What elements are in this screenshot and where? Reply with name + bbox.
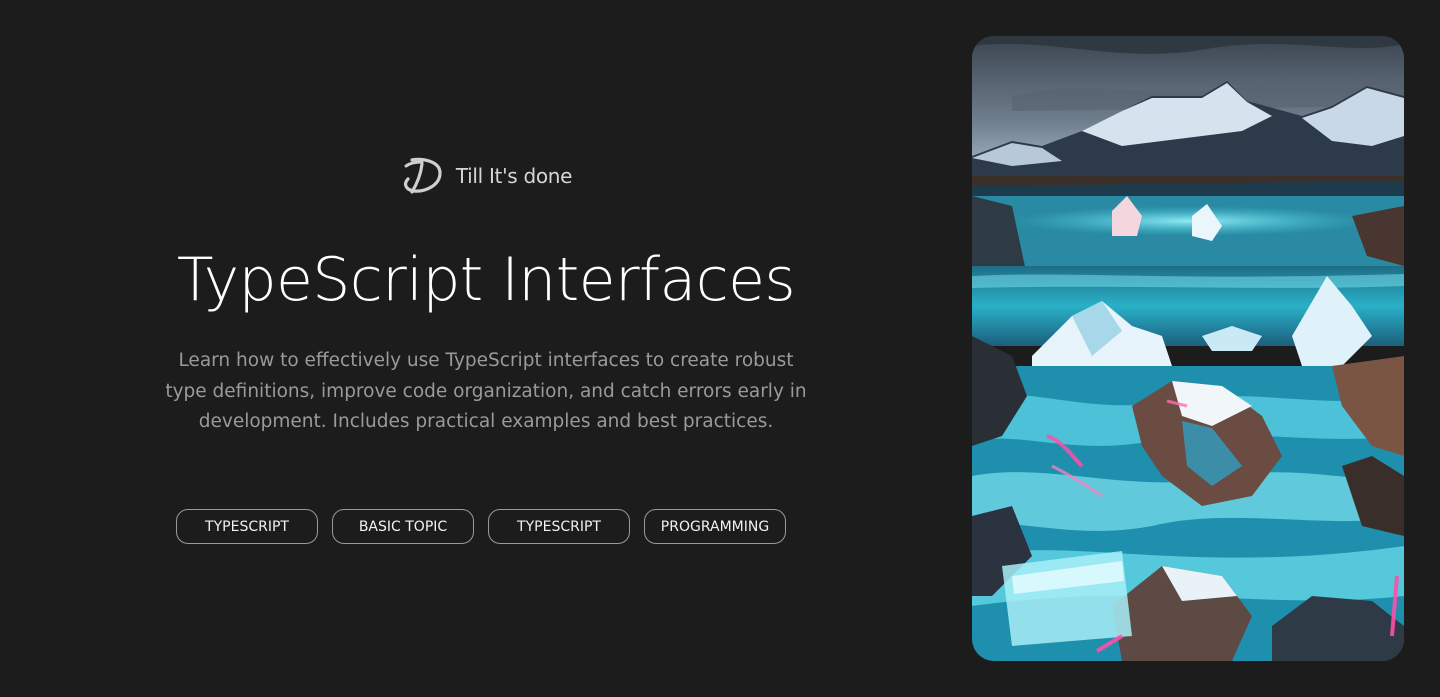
td-monogram-icon	[400, 155, 446, 197]
tag-programming[interactable]: PROGRAMMING	[644, 509, 786, 544]
page: Till It's done TypeScript Interfaces Lea…	[0, 0, 1440, 697]
hero-image	[972, 36, 1404, 661]
tag-typescript-2[interactable]: TYPESCRIPT	[488, 509, 630, 544]
page-description: Learn how to effectively use TypeScript …	[165, 350, 807, 432]
page-title: TypeScript Interfaces	[176, 245, 796, 315]
tag-basic-topic[interactable]: BASIC TOPIC	[332, 509, 474, 544]
brand-name: Till It's done	[455, 164, 573, 188]
tag-list: TYPESCRIPT BASIC TOPIC TYPESCRIPT PROGRA…	[176, 509, 786, 544]
brand[interactable]: Till It's done	[140, 155, 832, 197]
tag-typescript[interactable]: TYPESCRIPT	[176, 509, 318, 544]
hero-content: Till It's done TypeScript Interfaces Lea…	[140, 0, 832, 697]
